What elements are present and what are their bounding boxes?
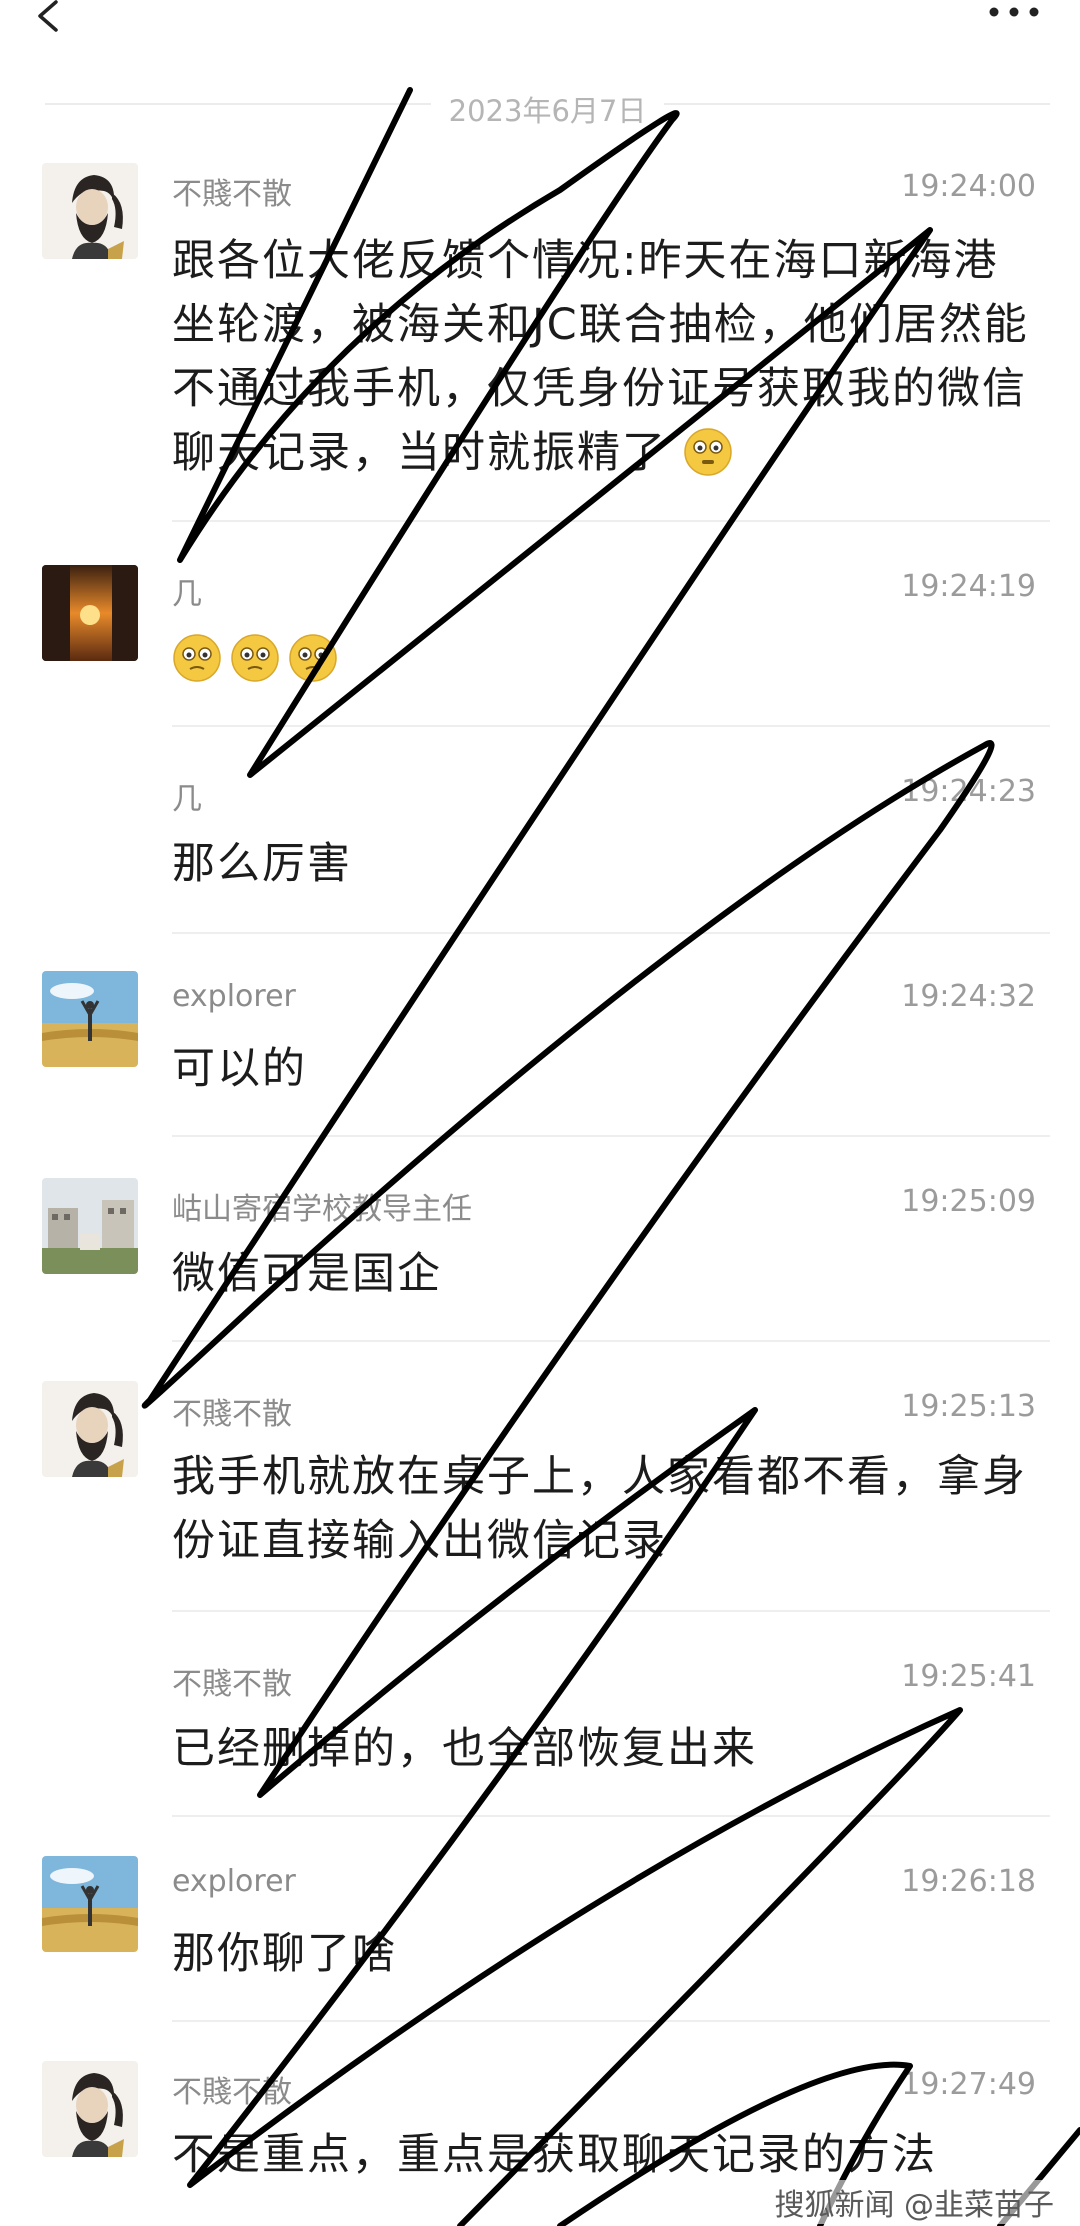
city-sunset-avatar-icon xyxy=(42,565,138,661)
message-text: 我手机就放在桌子上，人家看都不看，拿身份证直接输入出微信记录 xyxy=(172,1452,1027,1566)
sender-name: 不賤不散 xyxy=(172,1667,292,1702)
date-text: 2023年6月7日 xyxy=(430,94,665,128)
message-time: 19:24:23 xyxy=(901,774,1036,809)
message-time: 19:26:18 xyxy=(901,1864,1036,1899)
message-time: 19:24:19 xyxy=(901,569,1036,604)
message-time: 19:25:13 xyxy=(901,1389,1036,1424)
message-text-content: 跟各位大佬反馈个情况:昨天在海口新海港坐轮渡，被海关和JC联合抽检，他们居然能不… xyxy=(172,236,1029,478)
awkward-face-emoji-icon xyxy=(683,428,732,476)
school-building-avatar-icon xyxy=(42,1178,138,1274)
avatar[interactable] xyxy=(42,565,138,661)
awkward-face-emoji-icon xyxy=(289,634,337,682)
message-text: 那么厉害 xyxy=(172,839,352,889)
avatar[interactable] xyxy=(42,971,138,1067)
sender-name: 不賤不散 xyxy=(172,2075,292,2110)
top-bar xyxy=(0,0,1080,60)
message-text: 可以的 xyxy=(172,1044,307,1094)
avatar[interactable] xyxy=(42,1381,138,1477)
avatar[interactable] xyxy=(42,163,138,259)
sender-name: explorer xyxy=(172,979,296,1014)
emoji-message xyxy=(172,633,338,683)
message-time: 19:24:32 xyxy=(901,979,1036,1014)
message-time: 19:24:00 xyxy=(901,169,1036,204)
sender-name: explorer xyxy=(172,1864,296,1899)
explorer-landscape-avatar-icon xyxy=(42,971,138,1067)
avatar[interactable] xyxy=(42,1856,138,1952)
message-text: 跟各位大佬反馈个情况:昨天在海口新海港坐轮渡，被海关和JC联合抽检，他们居然能不… xyxy=(172,229,1032,485)
bearded-man-avatar-icon xyxy=(42,1381,138,1477)
message-text: 不是重点，重点是获取聊天记录的方法 xyxy=(172,2130,937,2180)
awkward-face-emoji-icon xyxy=(173,634,221,682)
message-time: 19:25:41 xyxy=(901,1659,1036,1694)
message-time: 19:27:49 xyxy=(901,2067,1036,2102)
date-separator: 2023年6月7日 xyxy=(45,88,1050,128)
sender-name: 岵山寄宿学校教导主任 xyxy=(172,1192,472,1227)
sender-name: 不賤不散 xyxy=(172,1397,292,1432)
sender-name: 几 xyxy=(172,577,202,612)
avatar[interactable] xyxy=(42,1178,138,1274)
sender-name: 不賤不散 xyxy=(172,177,292,212)
more-dots-icon[interactable] xyxy=(986,2,1042,26)
watermark: 搜狐新闻 @韭菜苗子 xyxy=(768,2180,1060,2224)
bearded-man-avatar-icon xyxy=(42,163,138,259)
avatar[interactable] xyxy=(42,2061,138,2157)
message-text: 已经删掉的，也全部恢复出来 xyxy=(172,1724,757,1774)
message-time: 19:25:09 xyxy=(901,1184,1036,1219)
message-text: 那你聊了啥 xyxy=(172,1929,397,1979)
bearded-man-avatar-icon xyxy=(42,2061,138,2157)
sender-name: 几 xyxy=(172,782,202,817)
explorer-landscape-avatar-icon xyxy=(42,1856,138,1952)
back-chevron-icon[interactable] xyxy=(30,0,70,40)
message-text: 微信可是国企 xyxy=(172,1249,442,1299)
awkward-face-emoji-icon xyxy=(231,634,279,682)
